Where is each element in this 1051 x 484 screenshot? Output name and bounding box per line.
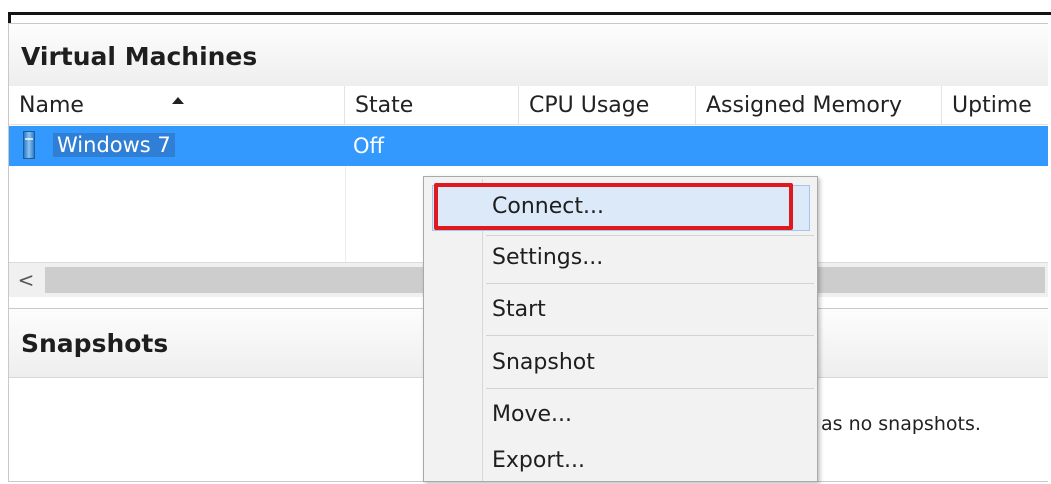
list-column-divider (345, 166, 346, 262)
menu-item-settings[interactable]: Settings... (426, 235, 815, 281)
menu-separator (486, 283, 814, 284)
scroll-left-button[interactable]: < (9, 263, 43, 297)
column-header-cpu-usage-label: CPU Usage (529, 93, 650, 118)
menu-item-label: Settings... (492, 245, 604, 270)
column-header-state-label: State (355, 93, 414, 118)
virtual-machine-icon (23, 131, 35, 159)
menu-item-move[interactable]: Move... (426, 392, 815, 438)
menu-item-label: Snapshot (492, 350, 595, 375)
virtual-machines-title: Virtual Machines (21, 42, 258, 71)
menu-item-label: Start (492, 297, 546, 322)
menu-item-label: Move... (492, 402, 572, 427)
menu-separator (486, 388, 814, 389)
column-header-assigned-memory[interactable]: Assigned Memory (696, 86, 942, 124)
virtual-machines-header: Virtual Machines (9, 24, 1048, 87)
snapshots-title: Snapshots (21, 329, 169, 358)
column-header-name-label: Name (19, 93, 84, 118)
menu-item-snapshot[interactable]: Snapshot (426, 340, 815, 386)
column-header-uptime-label: Uptime (952, 93, 1032, 118)
column-header-row: Name State CPU Usage Assigned Memory Upt… (9, 86, 1048, 125)
vm-state: Off (353, 134, 384, 158)
menu-item-export[interactable]: Export... (426, 438, 815, 484)
menu-item-start[interactable]: Start (426, 287, 815, 333)
vm-name: Windows 7 (53, 133, 175, 157)
menu-item-label: Export... (492, 448, 585, 473)
column-header-cpu-usage[interactable]: CPU Usage (519, 86, 696, 124)
vm-row-windows-7[interactable]: Windows 7 Off (9, 126, 1048, 166)
menu-separator (486, 335, 814, 336)
sort-ascending-icon (172, 97, 184, 104)
annotation-highlight-box (434, 183, 793, 230)
column-header-state[interactable]: State (345, 86, 519, 124)
no-snapshots-message: as no snapshots. (821, 413, 981, 435)
column-header-uptime[interactable]: Uptime (942, 86, 1049, 124)
column-header-assigned-memory-label: Assigned Memory (706, 93, 902, 118)
column-header-name[interactable]: Name (9, 86, 345, 124)
